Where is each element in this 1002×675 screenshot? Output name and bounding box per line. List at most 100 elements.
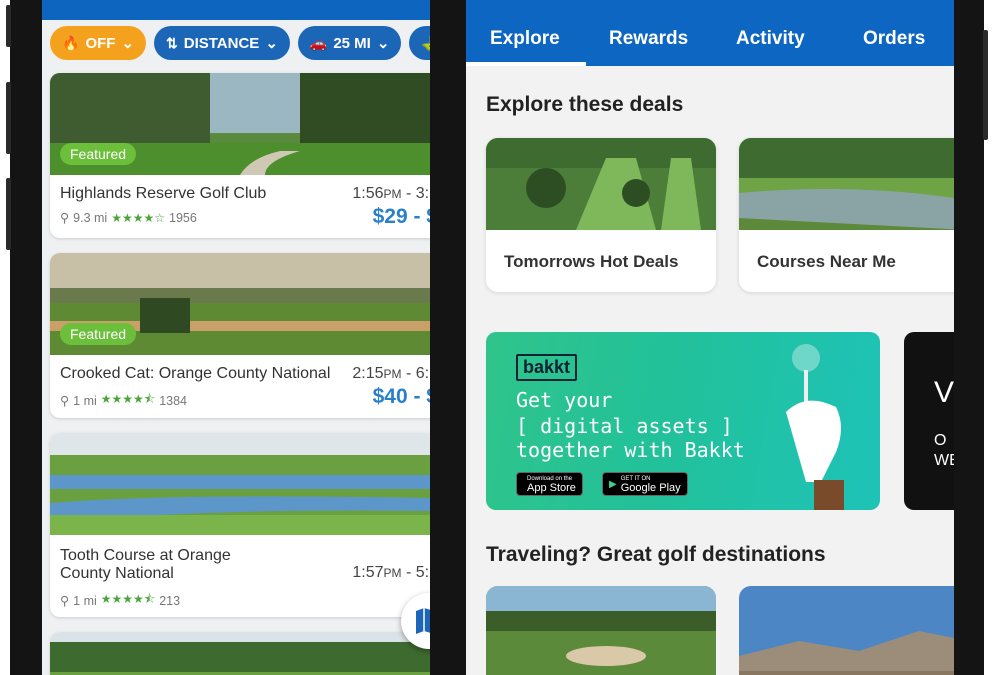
bakkt-ad-banner[interactable]: bakkt Get your [ digital assets ] togeth… bbox=[486, 332, 880, 510]
destination-card[interactable] bbox=[739, 586, 954, 675]
top-bar bbox=[42, 0, 430, 20]
section-title-deals: Explore these deals bbox=[486, 93, 684, 116]
chip-label: 25 MI bbox=[333, 34, 371, 52]
review-count: 1956 bbox=[169, 210, 197, 225]
featured-badge: Featured bbox=[60, 143, 137, 165]
course-photo: Featured bbox=[50, 73, 430, 175]
chip-label: OFF bbox=[85, 34, 116, 52]
time-period: PM bbox=[383, 566, 402, 580]
rating-stars: ★★★★⯪ bbox=[100, 392, 156, 406]
side-button bbox=[6, 82, 11, 154]
ad-line-2: [ digital assets ] bbox=[516, 414, 733, 438]
course-meta: ⚲ 1 mi ★★★★⯪ 213 bbox=[60, 590, 180, 611]
deal-image bbox=[739, 138, 954, 230]
course-meta: ⚲ 9.3 mi ★★★★☆ 1956 bbox=[60, 210, 197, 226]
course-card[interactable]: Featured Highlands Reserve Golf Club ⚲ 9… bbox=[50, 73, 430, 238]
time-period: PM bbox=[383, 187, 402, 201]
tab-rewards[interactable]: Rewards bbox=[609, 28, 688, 50]
deal-label: Tomorrows Hot Deals bbox=[504, 252, 679, 271]
right-phone-bezel bbox=[954, 0, 984, 675]
bakkt-logo: bakkt bbox=[516, 354, 578, 381]
destination-card[interactable] bbox=[486, 586, 716, 675]
destination-image bbox=[486, 586, 716, 675]
ad-line-1: Get your bbox=[516, 388, 613, 412]
hole-flag-icon: ⛳ bbox=[421, 35, 430, 52]
left-phone-bezel bbox=[10, 0, 42, 675]
time-start: 1:56 bbox=[352, 185, 384, 202]
chip-label: DISTANCE bbox=[183, 34, 260, 52]
sort-icon: ⇅ bbox=[166, 34, 178, 51]
chevron-down-icon: ⌄ bbox=[376, 35, 390, 52]
time-period: PM bbox=[383, 367, 402, 381]
ad2-line-2: O bbox=[934, 432, 947, 449]
course-card[interactable]: Tooth Course at Orange County National ⚲… bbox=[50, 433, 430, 617]
course-scenery-image bbox=[50, 433, 430, 535]
deal-card-tomorrows-hot-deals[interactable]: Tomorrows Hot Deals bbox=[486, 138, 716, 292]
rating-stars: ★★★★⯪ bbox=[100, 592, 156, 606]
ad-line-3: together with Bakkt bbox=[516, 438, 745, 462]
side-button bbox=[6, 178, 11, 250]
tee-time-range: 1:56PM - 3:5 bbox=[352, 185, 430, 203]
course-name-line2: County National bbox=[60, 565, 174, 582]
distance-text: 9.3 mi bbox=[73, 210, 108, 225]
holes-filter-chip[interactable]: ⛳ HO bbox=[409, 26, 430, 60]
radius-filter-chip[interactable]: 🚗 25 MI ⌄ bbox=[297, 26, 402, 60]
distance-text: 1 mi bbox=[73, 593, 97, 608]
tab-activity[interactable]: Activity bbox=[736, 28, 805, 50]
tee-time-range: 2:15PM - 6:2 bbox=[352, 365, 430, 383]
explore-screen: Explore Rewards Activity Orders Explore … bbox=[466, 0, 954, 675]
google-play-badge[interactable]: ▶ GET IT ON Google Play bbox=[602, 472, 688, 496]
featured-badge: Featured bbox=[60, 323, 137, 345]
gloved-hand-golf-tee-image bbox=[786, 344, 844, 510]
time-start: 2:15 bbox=[352, 365, 384, 382]
deal-label: Courses Near Me bbox=[757, 252, 896, 271]
distance-text: 1 mi bbox=[73, 393, 97, 408]
location-pin-icon: ⚲ bbox=[60, 394, 70, 408]
course-name-line1: Tooth Course at Orange bbox=[60, 547, 231, 564]
ad2-line-1: V bbox=[934, 376, 954, 409]
course-name: Crooked Cat: Orange County National bbox=[60, 365, 331, 382]
ad2-line-3: WE bbox=[934, 452, 954, 469]
course-name: Highlands Reserve Golf Club bbox=[60, 185, 267, 202]
review-count: 213 bbox=[159, 593, 181, 608]
time-end: 6:2 bbox=[415, 365, 430, 382]
deal-card-courses-near-me[interactable]: Courses Near Me bbox=[739, 138, 954, 292]
time-end: 5:2 bbox=[415, 564, 430, 581]
deal-image bbox=[486, 138, 716, 230]
price-range: $40 - $ bbox=[372, 385, 430, 408]
sort-distance-chip[interactable]: ⇅ DISTANCE ⌄ bbox=[154, 26, 290, 60]
course-card[interactable]: Featured Crooked Cat: Orange County Nati… bbox=[50, 253, 430, 418]
left-phone-bezel-right bbox=[430, 0, 466, 675]
course-photo: Featured bbox=[50, 253, 430, 355]
store-text: App Store bbox=[527, 482, 576, 494]
secondary-ad-banner[interactable]: V O WE bbox=[904, 332, 954, 510]
tee-time-list-screen: 🔥 OFF ⌄ ⇅ DISTANCE ⌄ 🚗 25 MI ⌄ ⛳ HO bbox=[42, 0, 430, 675]
active-tab-indicator bbox=[466, 62, 586, 66]
price-range: $29 - $ bbox=[372, 205, 430, 228]
side-button bbox=[6, 5, 11, 47]
store-text: Google Play bbox=[620, 482, 681, 494]
flame-icon: 🔥 bbox=[62, 34, 80, 51]
section-title-destinations: Traveling? Great golf destinations bbox=[486, 543, 826, 566]
hot-deals-filter-chip[interactable]: 🔥 OFF ⌄ bbox=[50, 26, 147, 60]
map-icon bbox=[416, 608, 430, 634]
location-pin-icon: ⚲ bbox=[60, 211, 70, 225]
review-count: 1384 bbox=[159, 393, 187, 408]
car-icon: 🚗 bbox=[309, 34, 328, 51]
course-card[interactable] bbox=[50, 632, 430, 675]
chevron-down-icon: ⌄ bbox=[265, 35, 278, 52]
top-tab-bar: Explore Rewards Activity Orders bbox=[466, 0, 954, 66]
course-meta: ⚲ 1 mi ★★★★⯪ 1384 bbox=[60, 390, 187, 411]
chevron-down-icon: ⌄ bbox=[121, 35, 135, 52]
tab-orders[interactable]: Orders bbox=[863, 28, 925, 50]
time-end: 3:5 bbox=[415, 185, 430, 202]
play-icon: ▶ bbox=[609, 478, 617, 490]
destination-image bbox=[739, 586, 954, 675]
course-scenery-image bbox=[50, 632, 430, 675]
rating-stars: ★★★★☆ bbox=[111, 210, 165, 225]
app-store-badge[interactable]: Download on the App Store bbox=[516, 472, 583, 496]
tab-explore[interactable]: Explore bbox=[490, 28, 560, 50]
side-button bbox=[983, 30, 988, 140]
course-photo bbox=[50, 433, 430, 535]
location-pin-icon: ⚲ bbox=[60, 594, 70, 608]
